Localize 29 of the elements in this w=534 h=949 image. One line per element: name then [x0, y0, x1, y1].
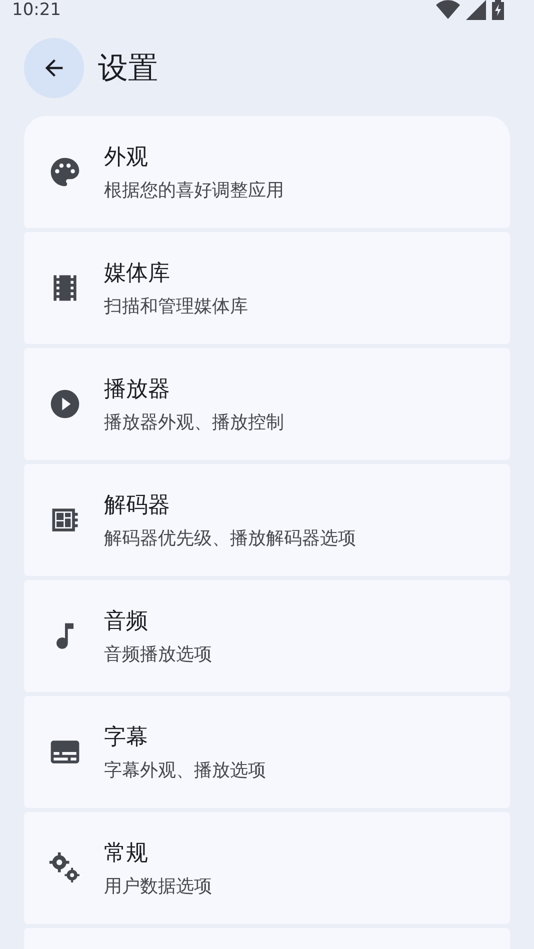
item-title: 外观 [104, 144, 149, 172]
settings-item[interactable]: 媒体库 扫描和管理媒体库 [24, 232, 510, 344]
item-subtitle: 扫描和管理媒体库 [104, 295, 248, 318]
battery-icon [492, 0, 504, 20]
signal-icon [466, 0, 486, 20]
item-subtitle: 用户数据选项 [104, 875, 212, 898]
item-title: 音频 [104, 608, 149, 636]
item-subtitle: 字幕外观、播放选项 [104, 759, 266, 782]
settings-item[interactable]: 字幕 字幕外观、播放选项 [24, 696, 510, 808]
status-time: 10:21 [12, 0, 61, 20]
wifi-icon [436, 0, 460, 20]
item-subtitle: 解码器优先级、播放解码器选项 [104, 527, 356, 550]
item-title: 字幕 [104, 724, 149, 752]
item-subtitle: 根据您的喜好调整应用 [104, 179, 284, 202]
page-title: 设置 [98, 50, 158, 88]
item-subtitle: 音频播放选项 [104, 643, 212, 666]
settings-item[interactable]: 常规 用户数据选项 [24, 812, 510, 924]
gears-icon [48, 851, 82, 885]
settings-item[interactable]: 播放器 播放器外观、播放控制 [24, 348, 510, 460]
item-title: 媒体库 [104, 260, 171, 288]
item-subtitle: 播放器外观、播放控制 [104, 411, 284, 434]
item-title: 常规 [104, 840, 149, 868]
play-icon [48, 387, 82, 421]
palette-icon [48, 155, 82, 189]
settings-item[interactable]: 解码器 解码器优先级、播放解码器选项 [24, 464, 510, 576]
item-title: 播放器 [104, 376, 171, 404]
item-title: 解码器 [104, 492, 171, 520]
settings-item[interactable]: 音频 音频播放选项 [24, 580, 510, 692]
settings-item[interactable]: 外观 根据您的喜好调整应用 [24, 116, 510, 228]
